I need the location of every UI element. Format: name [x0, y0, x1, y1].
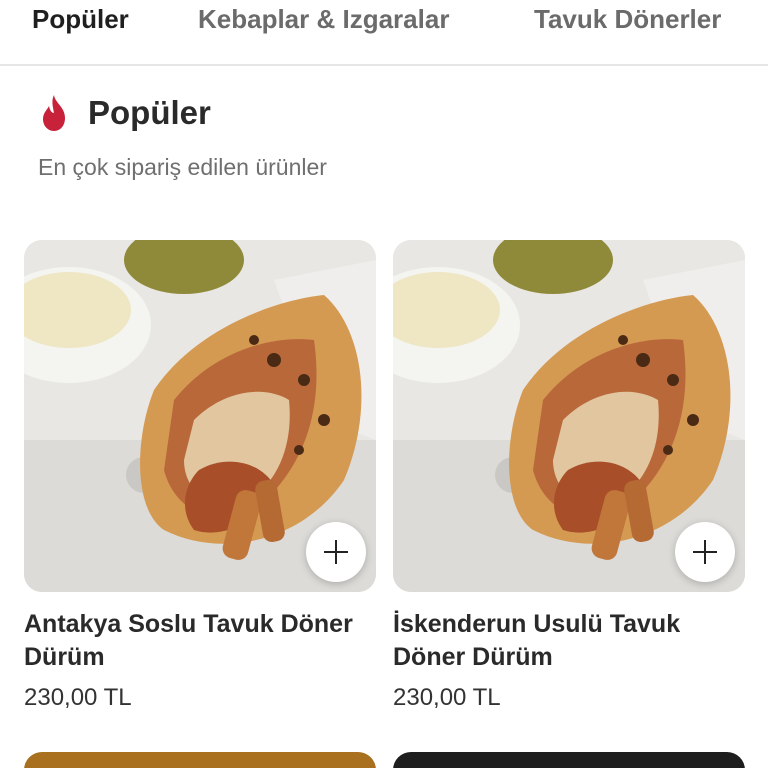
product-image[interactable] [393, 240, 745, 592]
tab-kebaplar-izgaralar[interactable]: Kebaplar & Izgaralar [198, 4, 449, 35]
tab-tavuk-donerler[interactable]: Tavuk Dönerler [534, 4, 721, 35]
product-card[interactable]: Antakya Soslu Tavuk Döner Dürüm 230,00 T… [24, 240, 376, 712]
next-product-card-image[interactable] [393, 752, 745, 768]
add-to-cart-button[interactable] [306, 522, 366, 582]
tab-populer[interactable]: Popüler [32, 4, 129, 35]
next-product-card-image[interactable] [24, 752, 376, 768]
plus-icon [324, 540, 348, 564]
plus-icon [693, 540, 717, 564]
category-tab-bar: Popüler Kebaplar & Izgaralar Tavuk Döner… [0, 0, 768, 66]
section-title: Popüler [88, 94, 211, 131]
product-name[interactable]: Antakya Soslu Tavuk Döner Dürüm [24, 608, 376, 674]
add-to-cart-button[interactable] [675, 522, 735, 582]
section-subtitle: En çok sipariş edilen ürünler [38, 154, 327, 180]
product-image[interactable] [24, 240, 376, 592]
product-card[interactable]: İskenderun Usulü Tavuk Döner Dürüm 230,0… [393, 240, 745, 712]
product-price: 230,00 TL [24, 684, 132, 711]
flame-icon [43, 95, 65, 131]
product-price: 230,00 TL [393, 684, 501, 711]
product-name[interactable]: İskenderun Usulü Tavuk Döner Dürüm [393, 608, 745, 674]
